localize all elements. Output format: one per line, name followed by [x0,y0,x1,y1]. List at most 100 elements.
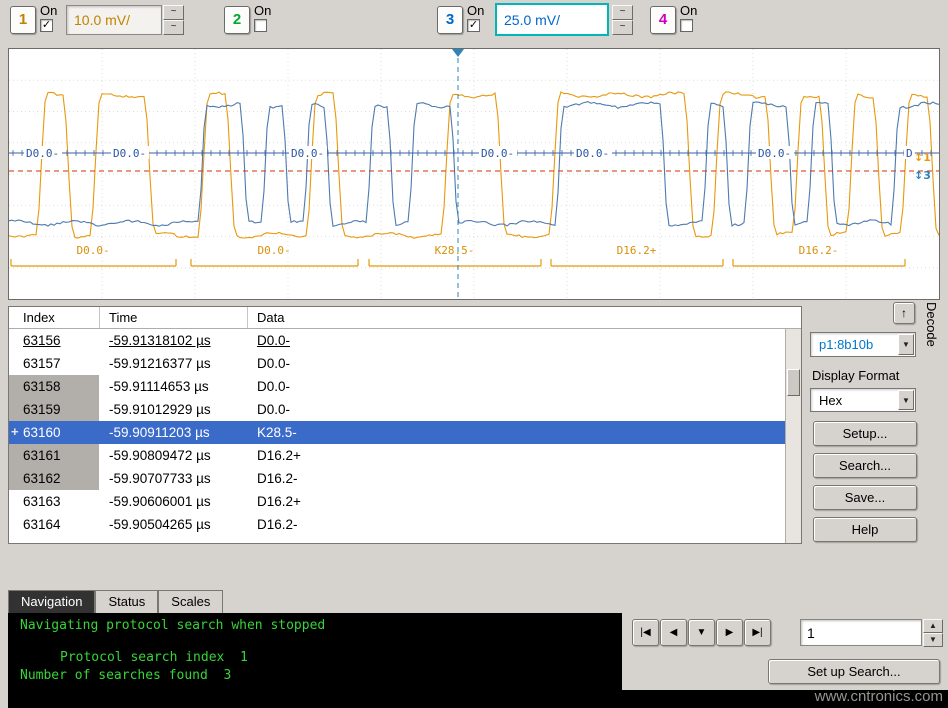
sine-up-icon[interactable]: ~ [163,5,184,20]
search-navigation-panel: |◀ ◀ ▼ ▶ ▶| ▲ ▼ Set up Search... [622,613,948,690]
cell-time[interactable]: -59.91114653 µs [109,379,209,394]
cell-data[interactable]: D0.0- [257,333,290,348]
save-button[interactable]: Save... [813,485,917,510]
column-header-time: Time [109,310,137,325]
cell-time[interactable]: -59.90504265 µs [109,517,211,532]
cell-index[interactable]: 63158 [9,375,99,398]
triangle-down-icon[interactable]: ▼ [923,633,943,647]
listing-row[interactable]: 63160 -59.90911203 µs K28.5- + [9,421,785,444]
channel-4-on-label: On [680,3,697,18]
channel-3-button[interactable]: 3 [437,6,463,34]
horizontal-toolbar: ↑ ~ ~ ☀ H 500 ps/ ~ ~ ↑ -59.9086542 µs ◀… [0,546,948,590]
listing-row[interactable]: 63161 -59.90809472 µs D16.2+ [9,444,785,467]
status-console: Navigating protocol search when stopped … [8,613,948,708]
cell-data[interactable]: D16.2- [257,517,298,532]
next-result-button[interactable]: ▶ [716,619,743,646]
channel-2-button[interactable]: 2 [224,6,250,34]
listing-body[interactable]: 63156 -59.91318102 µs D0.0- 63157 -59.912163… [9,329,785,543]
tab-status[interactable]: Status [95,590,158,613]
cell-data[interactable]: K28.5- [257,425,297,440]
channel-1-checkbox[interactable]: ✓ [40,19,53,32]
cell-data[interactable]: D0.0- [257,356,290,371]
triangle-up-icon[interactable]: ▲ [923,619,943,633]
chevron-down-icon[interactable]: ▼ [898,390,914,410]
column-header-data: Data [257,310,284,325]
svg-text:D0.0-: D0.0- [258,244,291,257]
tab-navigation[interactable]: Navigation [8,590,95,613]
setup-search-button[interactable]: Set up Search... [768,659,940,684]
decode-listing[interactable]: Index Time Data 63156 -59.91318102 µs D0.0… [8,306,802,544]
cell-time[interactable]: -59.90809472 µs [109,448,211,463]
channel-1-button[interactable]: 1 [10,6,36,34]
cell-time[interactable]: -59.90707733 µs [109,471,211,486]
sine-down-icon[interactable]: ~ [163,20,184,35]
listing-row[interactable]: 63159 -59.91012929 µs D0.0- [9,398,785,421]
svg-text:D16.2-: D16.2- [799,244,839,257]
console-line-3: Number of searches found 3 [20,668,231,683]
scrollbar-thumb[interactable] [787,369,800,396]
channel-3-checkbox[interactable]: ✓ [467,19,480,32]
cell-data[interactable]: D0.0- [257,402,290,417]
channel-1-scale-field[interactable]: 10.0 mV/ [66,5,162,35]
decode-source-dropdown[interactable]: p1:8b10b ▼ [810,332,916,357]
cell-time[interactable]: -59.91216377 µs [109,356,211,371]
cell-time[interactable]: -59.91318102 µs [109,333,211,348]
search-index-input[interactable] [800,619,922,646]
cell-index[interactable]: 63157 [9,352,99,375]
listing-row[interactable]: 63162 -59.90707733 µs D16.2- [9,467,785,490]
stop-navigation-button[interactable]: ▼ [688,619,715,646]
listing-header: Index Time Data [9,307,801,329]
cell-data[interactable]: D16.2+ [257,494,301,509]
listing-cursor-icon: + [11,424,19,439]
channel-3-scale-value: 25.0 mV/ [504,12,560,28]
last-result-button[interactable]: ▶| [744,619,771,646]
decode-source-value: p1:8b10b [819,337,873,352]
cell-data[interactable]: D0.0- [257,379,290,394]
cell-index[interactable]: 63159 [9,398,99,421]
sine-up-icon[interactable]: ~ [612,5,633,20]
waveform-plot: D0.0-D0.0-D0.0-D0.0-D0.0-D0.0-DD0.0-D0.0… [9,49,939,299]
svg-text:D0.0-: D0.0- [758,147,791,160]
cell-index[interactable]: 63161 [9,444,99,467]
cell-time[interactable]: -59.91012929 µs [109,402,211,417]
cell-data[interactable]: D16.2- [257,471,298,486]
setup-button[interactable]: Setup... [813,421,917,446]
cell-index[interactable]: 63163 [9,490,99,513]
listing-scrollbar[interactable] [785,329,801,543]
channel-3-scale-spinner[interactable]: ~ ~ [612,5,633,35]
tab-scales[interactable]: Scales [158,590,223,613]
listing-row[interactable]: 63158 -59.91114653 µs D0.0- [9,375,785,398]
svg-text:↕3: ↕3 [914,169,931,182]
display-format-dropdown[interactable]: Hex ▼ [810,388,916,412]
cell-index[interactable]: 63164 [9,513,99,536]
first-result-button[interactable]: |◀ [632,619,659,646]
cell-time[interactable]: -59.90606001 µs [109,494,211,509]
collapse-panel-button[interactable]: ↑ [893,302,915,324]
channel-3-scale-field[interactable]: 25.0 mV/ [495,3,609,36]
listing-row[interactable]: 63163 -59.90606001 µs D16.2+ [9,490,785,513]
svg-text:D0.0-: D0.0- [113,147,146,160]
listing-row[interactable]: 63157 -59.91216377 µs D0.0- [9,352,785,375]
waveform-display[interactable]: D0.0-D0.0-D0.0-D0.0-D0.0-D0.0-DD0.0-D0.0… [8,48,940,300]
search-button[interactable]: Search... [813,453,917,478]
sine-down-icon[interactable]: ~ [612,20,633,35]
svg-text:D16.2+: D16.2+ [617,244,657,257]
column-divider [99,307,100,328]
search-index-spinner[interactable]: ▲ ▼ [923,619,943,646]
listing-row[interactable]: 63164 -59.90504265 µs D16.2- [9,513,785,536]
channel-4-checkbox[interactable] [680,19,693,32]
previous-result-button[interactable]: ◀ [660,619,687,646]
oscilloscope-app: 1 On ✓ 10.0 mV/ ~ ~ 2 On 3 On ✓ 25.0 mV/… [0,0,948,708]
chevron-down-icon[interactable]: ▼ [898,334,914,355]
help-button[interactable]: Help [813,517,917,542]
channel-2-on-label: On [254,3,271,18]
cell-data[interactable]: D16.2+ [257,448,301,463]
channel-4-button[interactable]: 4 [650,6,676,34]
channel-2-checkbox[interactable] [254,19,267,32]
cell-index[interactable]: 63162 [9,467,99,490]
listing-row[interactable]: 63156 -59.91318102 µs D0.0- [9,329,785,352]
cell-index[interactable]: 63156 [9,329,99,352]
cell-time[interactable]: -59.90911203 µs [109,425,210,440]
cell-index[interactable]: 63160 [9,421,99,444]
channel-1-scale-spinner[interactable]: ~ ~ [163,5,184,35]
